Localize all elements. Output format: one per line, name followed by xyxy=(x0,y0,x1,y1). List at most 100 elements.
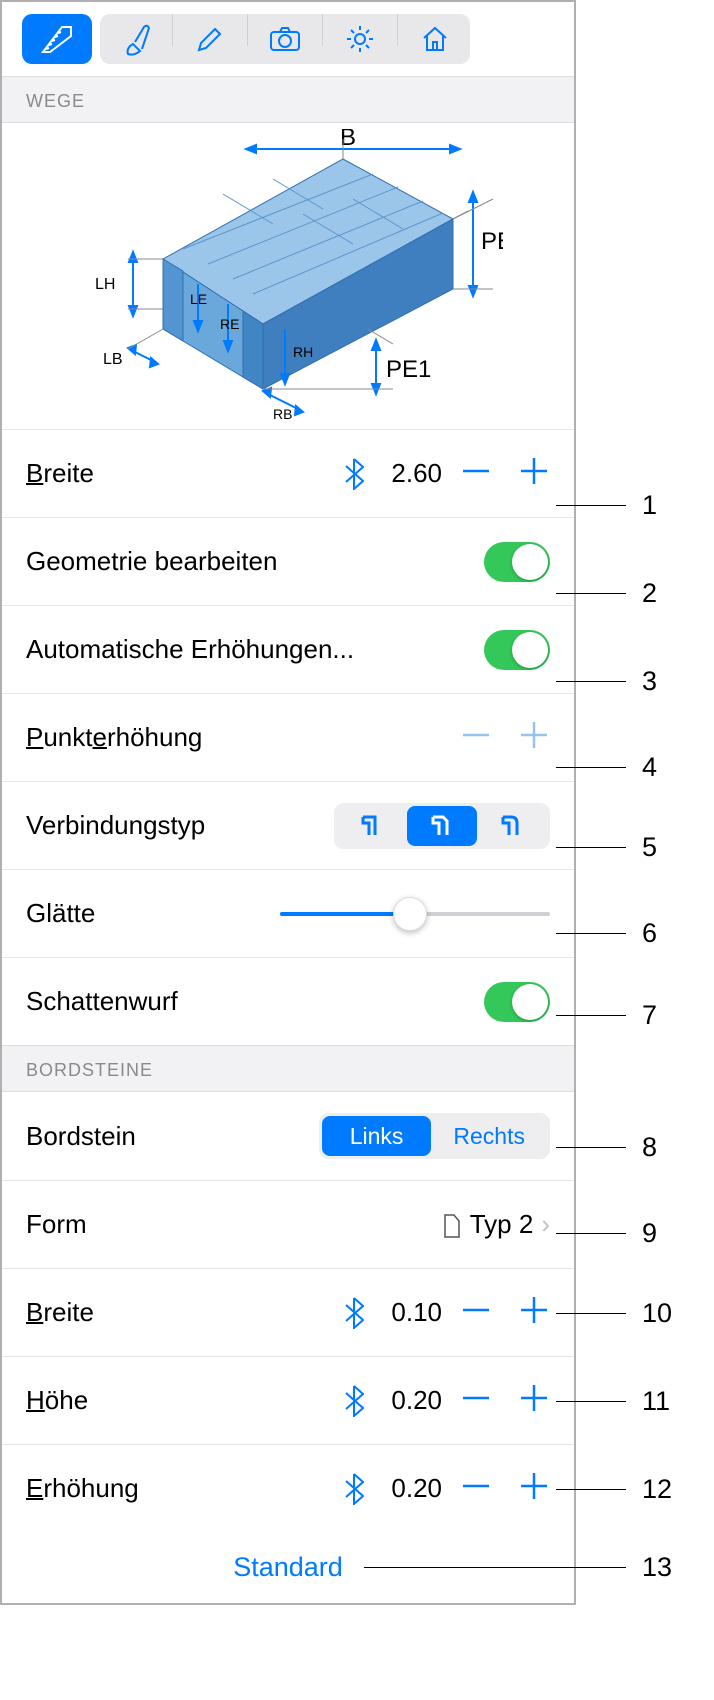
svg-text:RB: RB xyxy=(273,406,292,419)
ruler-icon xyxy=(40,22,74,56)
callout-2: 2 xyxy=(642,578,657,609)
segmented-bordstein: Links Rechts xyxy=(319,1113,550,1159)
row-verbindungstyp: Verbindungstyp xyxy=(2,781,574,869)
callout-1: 1 xyxy=(642,490,657,521)
diagram: B PE2 PE1 LH LB LE RE RH RB xyxy=(2,123,574,429)
minus-button[interactable] xyxy=(460,719,492,757)
minus-button[interactable] xyxy=(460,1294,492,1332)
label-bbreite: Breite xyxy=(26,1297,94,1328)
chevron-right-icon: › xyxy=(541,1209,550,1240)
plus-button[interactable] xyxy=(518,455,550,493)
callout-11: 11 xyxy=(642,1386,670,1417)
label-auto: Automatische Erhöhungen... xyxy=(26,634,354,665)
bluetooth-icon xyxy=(344,458,364,490)
svg-text:PE1: PE1 xyxy=(386,356,431,383)
label-verbtyp: Verbindungstyp xyxy=(26,810,205,841)
shape-icon xyxy=(442,1211,462,1239)
minus-button[interactable] xyxy=(460,1382,492,1420)
stepper-breite xyxy=(460,455,550,493)
svg-text:LE: LE xyxy=(190,291,207,307)
svg-text:RH: RH xyxy=(293,344,313,360)
label-breite: Breite xyxy=(26,458,94,489)
bluetooth-icon xyxy=(344,1297,364,1329)
corner-round-icon xyxy=(501,815,523,837)
plus-button[interactable] xyxy=(518,1382,550,1420)
value-hoehe[interactable]: 0.20 xyxy=(382,1385,442,1416)
svg-text:PE2: PE2 xyxy=(481,228,503,255)
dimensions-tool[interactable] xyxy=(22,14,92,64)
label-glaette: Glätte xyxy=(26,898,95,929)
slider-glaette[interactable] xyxy=(280,912,550,916)
bordstein-links[interactable]: Links xyxy=(322,1116,432,1156)
row-geometrie: Geometrie bearbeiten xyxy=(2,517,574,605)
value-erh[interactable]: 0.20 xyxy=(382,1473,442,1504)
callout-4: 4 xyxy=(642,752,657,783)
label-schatten: Schattenwurf xyxy=(26,986,178,1017)
row-form[interactable]: Form Typ 2 › xyxy=(2,1180,574,1268)
callout-9: 9 xyxy=(642,1218,657,1249)
callout-13: 13 xyxy=(642,1552,672,1583)
svg-text:RE: RE xyxy=(220,316,239,332)
segmented-verbtyp xyxy=(334,803,550,849)
toolbar xyxy=(2,2,574,76)
stepper-punkt xyxy=(460,719,550,757)
label-geometrie: Geometrie bearbeiten xyxy=(26,546,277,577)
plus-button[interactable] xyxy=(518,1470,550,1508)
callout-3: 3 xyxy=(642,666,657,697)
brush-tool[interactable] xyxy=(100,14,170,64)
camera-icon xyxy=(269,26,301,52)
pencil-icon xyxy=(195,24,225,54)
row-schatten: Schattenwurf xyxy=(2,957,574,1045)
form-value: Typ 2 xyxy=(470,1209,534,1240)
value-breite[interactable]: 2.60 xyxy=(382,458,442,489)
join-type-3[interactable] xyxy=(477,806,547,846)
svg-text:B: B xyxy=(340,129,356,151)
plus-button[interactable] xyxy=(518,719,550,757)
bluetooth-icon xyxy=(344,1385,364,1417)
plus-button[interactable] xyxy=(518,1294,550,1332)
section-wege: Wege xyxy=(2,76,574,123)
corner-sharp-icon xyxy=(361,815,383,837)
svg-text:LH: LH xyxy=(95,276,115,293)
toggle-schatten[interactable] xyxy=(484,982,550,1022)
join-type-1[interactable] xyxy=(337,806,407,846)
camera-tool[interactable] xyxy=(250,14,320,64)
callout-5: 5 xyxy=(642,832,657,863)
label-erh: Erhöhung xyxy=(26,1473,139,1504)
label-hoehe: Höhe xyxy=(26,1385,88,1416)
sun-icon xyxy=(345,24,375,54)
join-type-2[interactable] xyxy=(407,806,477,846)
toggle-geometrie[interactable] xyxy=(484,542,550,582)
row-glaette: Glätte xyxy=(2,869,574,957)
corner-bevel-icon xyxy=(431,815,453,837)
callout-12: 12 xyxy=(642,1474,672,1505)
callout-6: 6 xyxy=(642,918,657,949)
minus-button[interactable] xyxy=(460,455,492,493)
house-icon xyxy=(420,24,450,54)
row-bord-hoehe: Höhe 0.20 xyxy=(2,1356,574,1444)
brush-icon xyxy=(120,22,150,56)
inspector-panel: Wege B PE2 PE1 LH LB LE RE RH RB Breite … xyxy=(0,0,576,1605)
path-diagram: B PE2 PE1 LH LB LE RE RH RB xyxy=(73,129,503,419)
house-tool[interactable] xyxy=(400,14,470,64)
label-form: Form xyxy=(26,1209,87,1240)
callout-10: 10 xyxy=(642,1298,672,1329)
bluetooth-icon xyxy=(344,1473,364,1505)
svg-text:LB: LB xyxy=(103,351,123,368)
row-punkterhoehung: Punkterhöhung xyxy=(2,693,574,781)
label-bordstein: Bordstein xyxy=(26,1121,136,1152)
row-auto: Automatische Erhöhungen... xyxy=(2,605,574,693)
row-bord-breite: Breite 0.10 xyxy=(2,1268,574,1356)
value-bbreite[interactable]: 0.10 xyxy=(382,1297,442,1328)
bordstein-rechts[interactable]: Rechts xyxy=(431,1116,547,1156)
light-tool[interactable] xyxy=(325,14,395,64)
row-breite: Breite 2.60 xyxy=(2,429,574,517)
label-punkt: Punkterhöhung xyxy=(26,722,202,753)
toggle-auto[interactable] xyxy=(484,630,550,670)
row-bordstein: Bordstein Links Rechts xyxy=(2,1092,574,1180)
row-bord-erh: Erhöhung 0.20 xyxy=(2,1444,574,1532)
section-bordsteine: Bordsteine xyxy=(2,1045,574,1092)
callout-8: 8 xyxy=(642,1132,657,1163)
pencil-tool[interactable] xyxy=(175,14,245,64)
minus-button[interactable] xyxy=(460,1470,492,1508)
